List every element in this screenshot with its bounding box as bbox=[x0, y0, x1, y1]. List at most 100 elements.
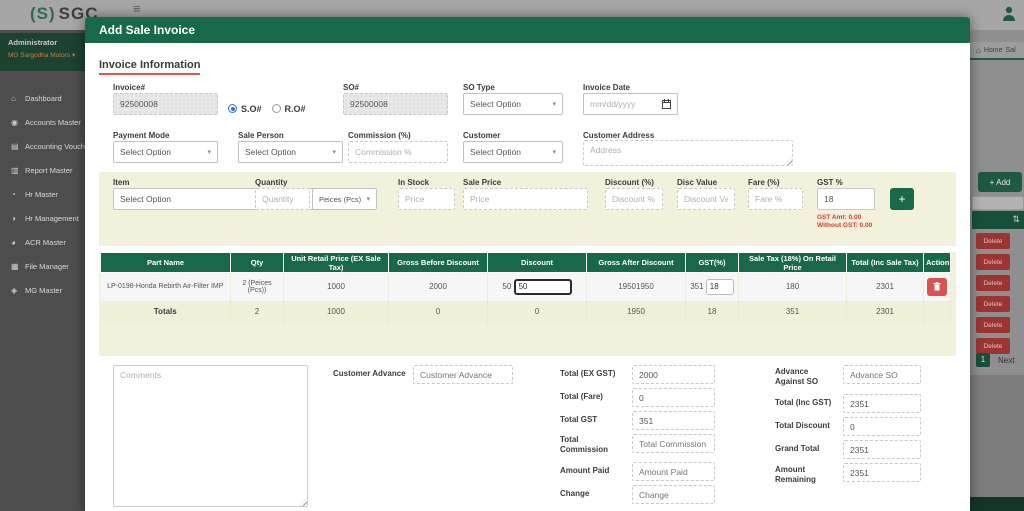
totals-label: Totals bbox=[101, 301, 231, 323]
invoice-date-placeholder: mm/dd/yyyy bbox=[590, 99, 635, 109]
delete-button[interactable]: Delete bbox=[976, 317, 1010, 333]
sidebar-item-label: Hr Master bbox=[25, 190, 58, 199]
change-field[interactable] bbox=[632, 485, 715, 504]
pagination-next[interactable]: Next bbox=[998, 356, 1014, 365]
sidebar-item-dashboard[interactable]: ⌂Dashboard bbox=[0, 88, 85, 108]
total-commission-field[interactable] bbox=[632, 434, 715, 453]
sale-price-field[interactable] bbox=[463, 188, 588, 210]
delete-button[interactable]: Delete bbox=[976, 275, 1010, 291]
total-discount-field[interactable] bbox=[843, 417, 921, 436]
sidebar-item-label: Accounting Vouch bbox=[25, 142, 85, 151]
totals-action bbox=[924, 301, 951, 323]
quantity-field[interactable] bbox=[255, 188, 310, 210]
total-commission-label: Total Commission bbox=[560, 435, 615, 455]
calendar-icon[interactable] bbox=[662, 99, 671, 109]
sale-person-value: Select Option bbox=[245, 147, 296, 157]
cell-action bbox=[924, 273, 951, 301]
sidebar-item-label: Dashboard bbox=[25, 94, 62, 103]
cell-gross-before: 2000 bbox=[389, 273, 488, 301]
discount-pct-field[interactable] bbox=[605, 188, 663, 210]
delete-button[interactable]: Delete bbox=[976, 338, 1010, 354]
sidebar-item-label: File Manager bbox=[25, 262, 69, 271]
row-delete-button[interactable] bbox=[927, 278, 947, 296]
cell-total: 2301 bbox=[847, 273, 924, 301]
amount-paid-field[interactable] bbox=[632, 462, 715, 481]
cell-gross-after: 19501950 bbox=[587, 273, 686, 301]
sidebar-item-hr-master[interactable]: ◔ Hr Master bbox=[0, 184, 85, 204]
acr-icon: ◕ bbox=[11, 238, 20, 247]
item-entry-band: Item Select Option▾ Quantity Peices (Pcs… bbox=[99, 172, 956, 246]
grand-total-label: Grand Total bbox=[775, 444, 819, 454]
sidebar-item-accounts-master[interactable]: ◉Accounts Master bbox=[0, 112, 85, 132]
chevron-down-icon: ▾ bbox=[332, 148, 336, 156]
commission-field[interactable] bbox=[348, 141, 448, 163]
gst-pct-label: GST % bbox=[817, 178, 843, 187]
so-radio[interactable] bbox=[228, 104, 237, 113]
background-content: ⌂ Home Sal + Add ⇅ Delete Delete Delete … bbox=[970, 30, 1024, 511]
cell-discount: 50 bbox=[488, 273, 587, 301]
hamburger-icon[interactable]: ≡ bbox=[133, 1, 141, 16]
sidebar-user-block[interactable]: Administrator MG Sargodha Motors ▾ bbox=[0, 33, 85, 71]
quantity-label: Quantity bbox=[255, 178, 287, 187]
sidebar-item-report-master[interactable]: ▥Report Master bbox=[0, 160, 85, 180]
grand-total-field[interactable] bbox=[843, 440, 921, 459]
add-button[interactable]: + Add bbox=[978, 172, 1022, 192]
table-row: LP-0198-Honda Rebirth Air-Filter IMP 2 (… bbox=[101, 273, 951, 301]
delete-button[interactable]: Delete bbox=[976, 254, 1010, 270]
totals-sale-tax: 351 bbox=[739, 301, 847, 323]
amount-remaining-field[interactable] bbox=[843, 463, 921, 482]
user-org[interactable]: MG Sargodha Motors ▾ bbox=[8, 51, 77, 59]
sidebar-item-file-manager[interactable]: ▦File Manager bbox=[0, 256, 85, 276]
customer-select[interactable]: Select Option▾ bbox=[463, 141, 563, 163]
user-icon[interactable] bbox=[1002, 6, 1016, 22]
total-ex-gst-label: Total (EX GST) bbox=[560, 369, 615, 379]
totals-gross-before: 0 bbox=[389, 301, 488, 323]
delete-button[interactable]: Delete bbox=[976, 233, 1010, 249]
fare-pct-field[interactable] bbox=[748, 188, 803, 210]
total-fare-field[interactable] bbox=[632, 388, 715, 407]
without-gst-text: Without GST: 0.00 bbox=[817, 222, 872, 230]
total-ex-gst-field[interactable] bbox=[632, 365, 715, 384]
cell-gst: 351 bbox=[686, 273, 739, 301]
customer-advance-field[interactable] bbox=[413, 365, 513, 384]
sidebar-item-label: MG Master bbox=[25, 286, 62, 295]
ro-radio[interactable] bbox=[272, 104, 281, 113]
search-input[interactable] bbox=[972, 196, 1024, 210]
so-radio-label[interactable]: S.O# bbox=[241, 104, 262, 114]
fare-pct-label: Fare (%) bbox=[748, 178, 780, 187]
ro-radio-label[interactable]: R.O# bbox=[285, 104, 306, 114]
cell-qty: 2 (Peices (Pcs)) bbox=[231, 273, 284, 301]
gst-pct-field[interactable] bbox=[817, 188, 875, 210]
sidebar-item-hr-management[interactable]: ◑Hr Management bbox=[0, 208, 85, 228]
delete-button[interactable]: Delete bbox=[976, 296, 1010, 312]
add-item-button[interactable]: + bbox=[890, 188, 914, 210]
quantity-unit-select[interactable]: Peices (Pcs)▾ bbox=[312, 188, 377, 210]
so-type-select[interactable]: Select Option▾ bbox=[463, 93, 563, 115]
invoice-date-input[interactable]: mm/dd/yyyy bbox=[583, 93, 678, 115]
payment-mode-select[interactable]: Select Option▾ bbox=[113, 141, 218, 163]
total-gst-field[interactable] bbox=[632, 411, 715, 430]
customer-address-field[interactable] bbox=[583, 140, 793, 166]
comments-field[interactable] bbox=[113, 365, 308, 507]
row-discount-input[interactable] bbox=[514, 279, 572, 295]
sidebar-item-mg-master[interactable]: ◈MG Master bbox=[0, 280, 85, 300]
disc-value-field[interactable] bbox=[677, 188, 735, 210]
customer-address-label: Customer Address bbox=[583, 131, 654, 140]
totals-gst: 18 bbox=[686, 301, 739, 323]
sale-person-select[interactable]: Select Option ▾ bbox=[238, 141, 343, 163]
hr-icon: ◔ bbox=[11, 190, 20, 199]
sidebar-item-accounting-vouchers[interactable]: ▤Accounting Vouch bbox=[0, 136, 85, 156]
total-inc-gst-field[interactable] bbox=[843, 394, 921, 413]
row-gst-input[interactable] bbox=[706, 279, 734, 295]
advance-against-so-field[interactable] bbox=[843, 365, 921, 384]
sidebar-item-acr-master[interactable]: ◕ACR Master bbox=[0, 232, 85, 252]
items-table-wrapper: Part Name Qty Unit Retail Price (EX Sale… bbox=[99, 252, 956, 356]
page-footer-bar bbox=[970, 497, 1024, 511]
sort-icon[interactable]: ⇅ bbox=[1012, 214, 1020, 224]
user-role: Administrator bbox=[8, 38, 77, 47]
pagination-page-1[interactable]: 1 bbox=[976, 353, 990, 367]
in-stock-field[interactable] bbox=[398, 188, 455, 210]
gst-amount-text: GST Amt: 0.00 bbox=[817, 214, 872, 222]
chevron-down-icon: ▾ bbox=[207, 148, 211, 156]
breadcrumb-home[interactable]: Home bbox=[984, 47, 1003, 54]
